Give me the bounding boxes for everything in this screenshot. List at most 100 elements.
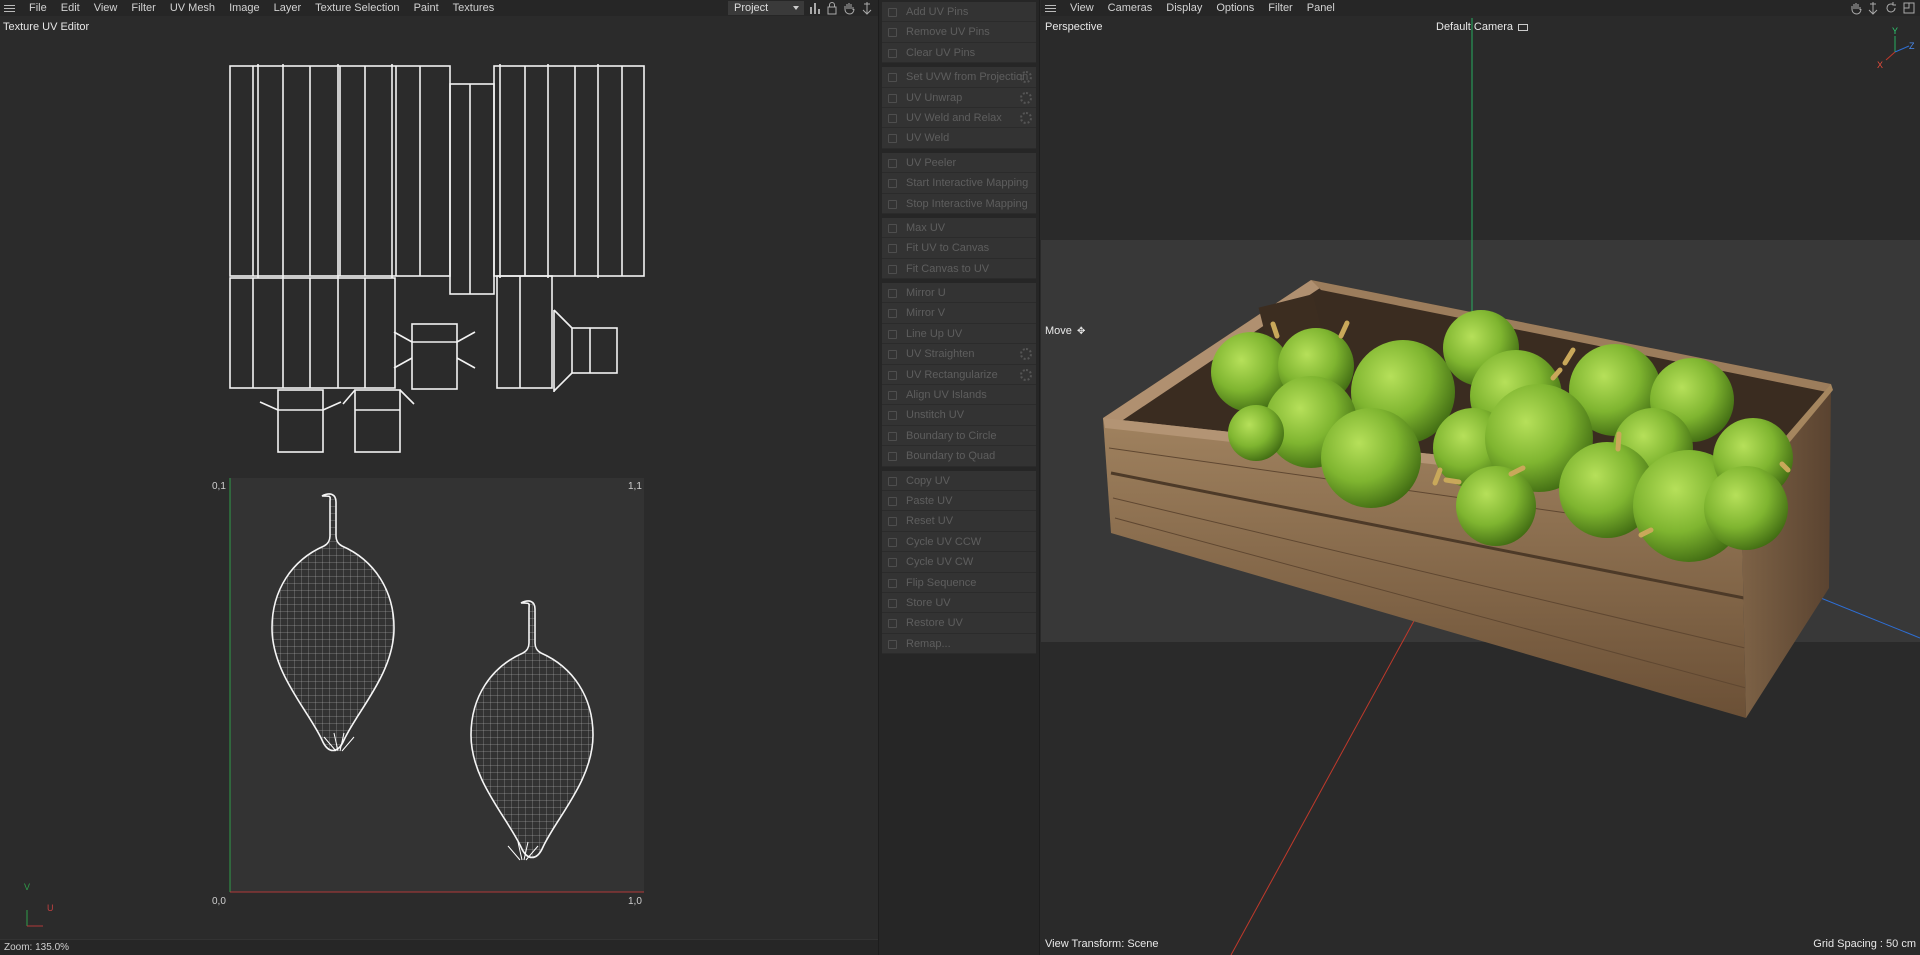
lock-icon[interactable] [825,1,839,15]
command-restore-uv[interactable]: Restore UV [882,613,1036,634]
project-select[interactable]: Project [728,1,804,15]
command-remove-uv-pins[interactable]: Remove UV Pins [882,22,1036,43]
command-uv-rectangularize[interactable]: UV Rectangularize [882,364,1036,386]
gear-icon[interactable] [1020,368,1032,381]
command-label: UV Weld [906,132,950,145]
command-label: Boundary to Circle [906,429,997,442]
uv-axis-v-label: V [24,882,30,892]
maximize-view-icon[interactable] [1902,1,1916,15]
camera-name: Default Camera [1436,21,1514,33]
menu-uv-mesh[interactable]: UV Mesh [163,0,222,16]
menu-view[interactable]: View [87,0,125,16]
command-label: Start Interactive Mapping [906,177,1029,190]
command-align-uv-islands[interactable]: Align UV Islands [882,385,1036,406]
max-uv-icon [888,223,897,233]
menu-texture-selection[interactable]: Texture Selection [308,0,406,16]
command-stop-interactive-mapping[interactable]: Stop Interactive Mapping [882,193,1036,214]
command-uv-weld[interactable]: UV Weld [882,128,1036,149]
command-boundary-to-quad[interactable]: Boundary to Quad [882,446,1036,467]
menu-edit[interactable]: Edit [54,0,87,16]
command-label: Add UV Pins [906,6,969,18]
pin-add-icon [888,8,897,17]
command-mirror-v[interactable]: Mirror V [882,303,1036,324]
move-view-icon[interactable] [1866,1,1880,15]
command-group: UV Peeler Start Interactive Mapping Stop I… [882,152,1036,214]
uv-zoom-status: Zoom: 135.0% [0,939,878,955]
camera-label[interactable]: Default Camera [1436,21,1529,33]
command-uv-peeler[interactable]: UV Peeler [882,152,1036,174]
menu-file[interactable]: File [22,0,54,16]
pin-clear-icon [888,48,897,58]
menu-image[interactable]: Image [222,0,267,16]
command-label: Stop Interactive Mapping [906,197,1028,210]
command-max-uv[interactable]: Max UV [882,217,1036,239]
command-label: Restore UV [906,617,963,630]
camera-icon [1518,23,1529,31]
menu-textures[interactable]: Textures [446,0,502,16]
vp-menu-view[interactable]: View [1063,0,1101,16]
command-label: Fit Canvas to UV [906,262,990,275]
command-label: Mirror U [906,287,946,300]
command-clear-uv-pins[interactable]: Clear UV Pins [882,42,1036,64]
command-copy-uv[interactable]: Copy UV [882,470,1036,491]
project-select-value: Project [734,2,769,14]
fit-uv-icon [888,244,897,254]
vp-menu-options[interactable]: Options [1209,0,1261,16]
command-mirror-u[interactable]: Mirror U [882,283,1036,304]
command-label: Paste UV [906,494,953,507]
command-paste-uv[interactable]: Paste UV [882,490,1036,512]
menu-filter[interactable]: Filter [124,0,162,16]
gizmo-z-label: Z [1909,41,1915,51]
vp-menu-display[interactable]: Display [1159,0,1209,16]
command-boundary-to-circle[interactable]: Boundary to Circle [882,425,1036,447]
weld-relax-icon [888,113,897,123]
gear-icon[interactable] [1020,111,1032,124]
mirror-v-icon [888,309,897,319]
command-label: Store UV [906,596,951,609]
command-uv-straighten[interactable]: UV Straighten [882,344,1036,365]
histogram-icon[interactable] [808,1,822,15]
tool-name: Move [1045,325,1072,337]
command-store-uv[interactable]: Store UV [882,592,1036,614]
command-fit-uv-to-canvas[interactable]: Fit UV to Canvas [882,238,1036,259]
uv-panel-menu-icon[interactable] [0,0,18,16]
hand-pan-icon[interactable] [1849,1,1863,15]
command-unstitch-uv[interactable]: Unstitch UV [882,405,1036,426]
command-uv-unwrap[interactable]: UV Unwrap [882,87,1036,108]
command-line-up-uv[interactable]: Line Up UV [882,323,1036,345]
command-fit-canvas-to-uv[interactable]: Fit Canvas to UV [882,258,1036,280]
vp-menu-panel[interactable]: Panel [1300,0,1342,16]
viewport-panel-menu-icon[interactable] [1041,0,1059,16]
gear-icon[interactable] [1020,71,1032,84]
line-up-icon [888,329,897,339]
command-flip-sequence[interactable]: Flip Sequence [882,572,1036,593]
command-label: Cycle UV CCW [906,535,982,548]
command-start-interactive-mapping[interactable]: Start Interactive Mapping [882,173,1036,194]
menu-layer[interactable]: Layer [267,0,309,16]
uv-canvas[interactable]: 0,1 1,1 0,0 1,0 V U [0,30,878,935]
command-uv-weld-and-relax[interactable]: UV Weld and Relax [882,107,1036,129]
command-label: Set UVW from Projection [906,71,1029,84]
command-cycle-uv-ccw[interactable]: Cycle UV CCW [882,531,1036,553]
command-label: Max UV [906,221,946,234]
hand-pan-icon[interactable] [842,1,856,15]
flip-icon [888,578,897,588]
command-label: UV Weld and Relax [906,111,1002,124]
menu-paint[interactable]: Paint [407,0,446,16]
vp-menu-cameras[interactable]: Cameras [1101,0,1160,16]
gear-icon[interactable] [1020,91,1032,104]
command-label: UV Peeler [906,156,957,169]
command-group: Copy UV Paste UV Reset UV Cycle UV CCW Cycle… [882,470,1036,655]
viewport-canvas[interactable]: Y Z X [1041,18,1920,955]
move-view-icon[interactable] [860,1,874,15]
vp-menu-filter[interactable]: Filter [1261,0,1299,16]
command-add-uv-pins[interactable]: Add UV Pins [882,2,1036,23]
gear-icon[interactable] [1020,348,1032,361]
command-remap[interactable]: Remap... [882,633,1036,655]
command-cycle-uv-cw[interactable]: Cycle UV CW [882,552,1036,573]
rotate-view-icon[interactable] [1884,1,1898,15]
command-reset-uv[interactable]: Reset UV [882,511,1036,532]
remap-icon [888,639,897,649]
command-set-uvw-from-projection[interactable]: Set UVW from Projection [882,67,1036,88]
restore-icon [888,619,897,629]
